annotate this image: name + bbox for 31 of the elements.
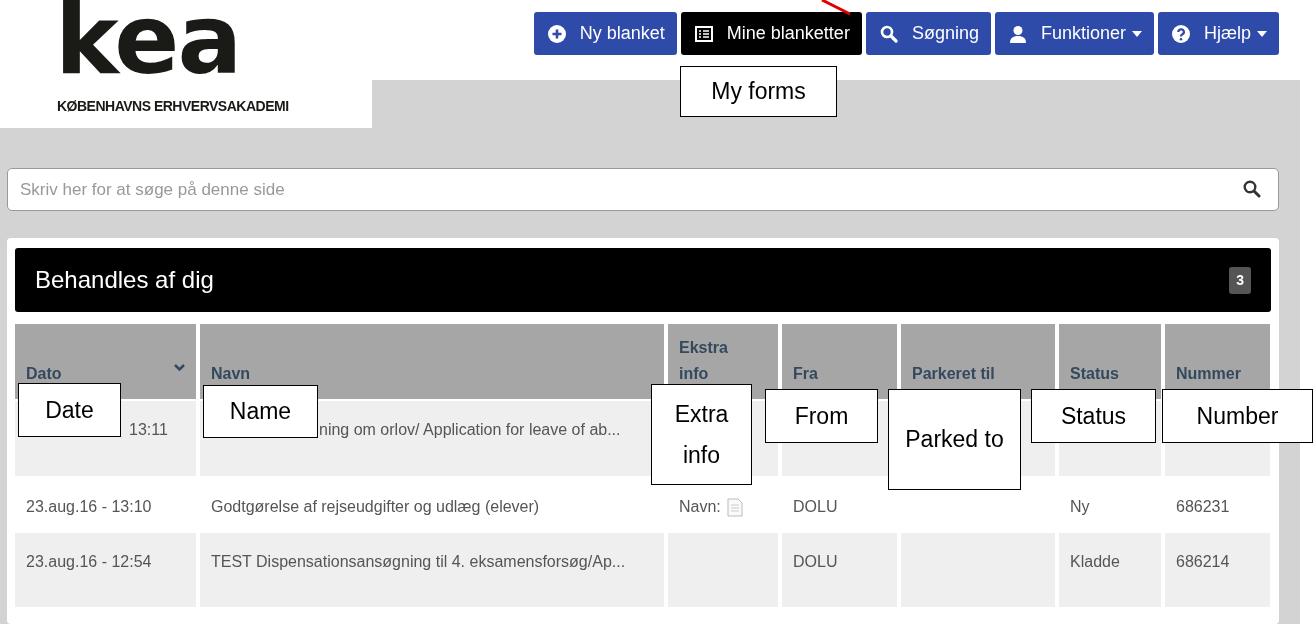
logo-subtitle: KØBENHAVNS ERHVERVSAKADEMI: [57, 96, 289, 117]
nav-button[interactable]: Søgning: [865, 12, 991, 55]
nav-button[interactable]: Funktioner: [994, 12, 1154, 55]
callout-tooltip: Parked to: [888, 389, 1021, 490]
search-field[interactable]: Skriv her for at søge på denne side: [7, 168, 1279, 211]
table-cell: TEST Dispensationsansøgning til 4. eksamensforsøg/Ap...: [200, 533, 664, 607]
callout-tooltip: Extra info: [651, 384, 752, 485]
callout-tooltip: From: [765, 389, 878, 443]
table-cell: DOLU: [782, 533, 897, 607]
callout-tooltip: Status: [1031, 389, 1156, 443]
plus-icon: [547, 24, 566, 43]
search-icon[interactable]: [1243, 180, 1261, 198]
callout-tooltip: Date: [18, 383, 121, 437]
nav-button[interactable]: Ny blanket: [533, 12, 677, 55]
panel-title: Behandles af dig: [35, 265, 214, 295]
person-icon: [1008, 24, 1027, 43]
column-header[interactable]: Navn: [200, 324, 664, 399]
cell-text: Navn:: [679, 497, 721, 517]
table-cell: 23.aug.16 - 12:54: [15, 533, 196, 607]
list-icon: [694, 25, 713, 42]
logo-wordmark: kea: [55, 0, 241, 80]
table-cell: 686214: [1165, 533, 1270, 607]
callout-tooltip: My forms: [680, 66, 837, 117]
search-icon: [879, 24, 898, 43]
nav-button[interactable]: Hjælp: [1158, 12, 1279, 55]
nav-button[interactable]: Mine blanketter: [680, 12, 862, 55]
table-cell: Kladde: [1059, 533, 1161, 607]
count-badge: 3: [1229, 266, 1251, 294]
help-icon: [1172, 24, 1190, 43]
callout-tooltip: Number: [1162, 389, 1313, 443]
callout-tooltip: Name: [203, 385, 318, 438]
